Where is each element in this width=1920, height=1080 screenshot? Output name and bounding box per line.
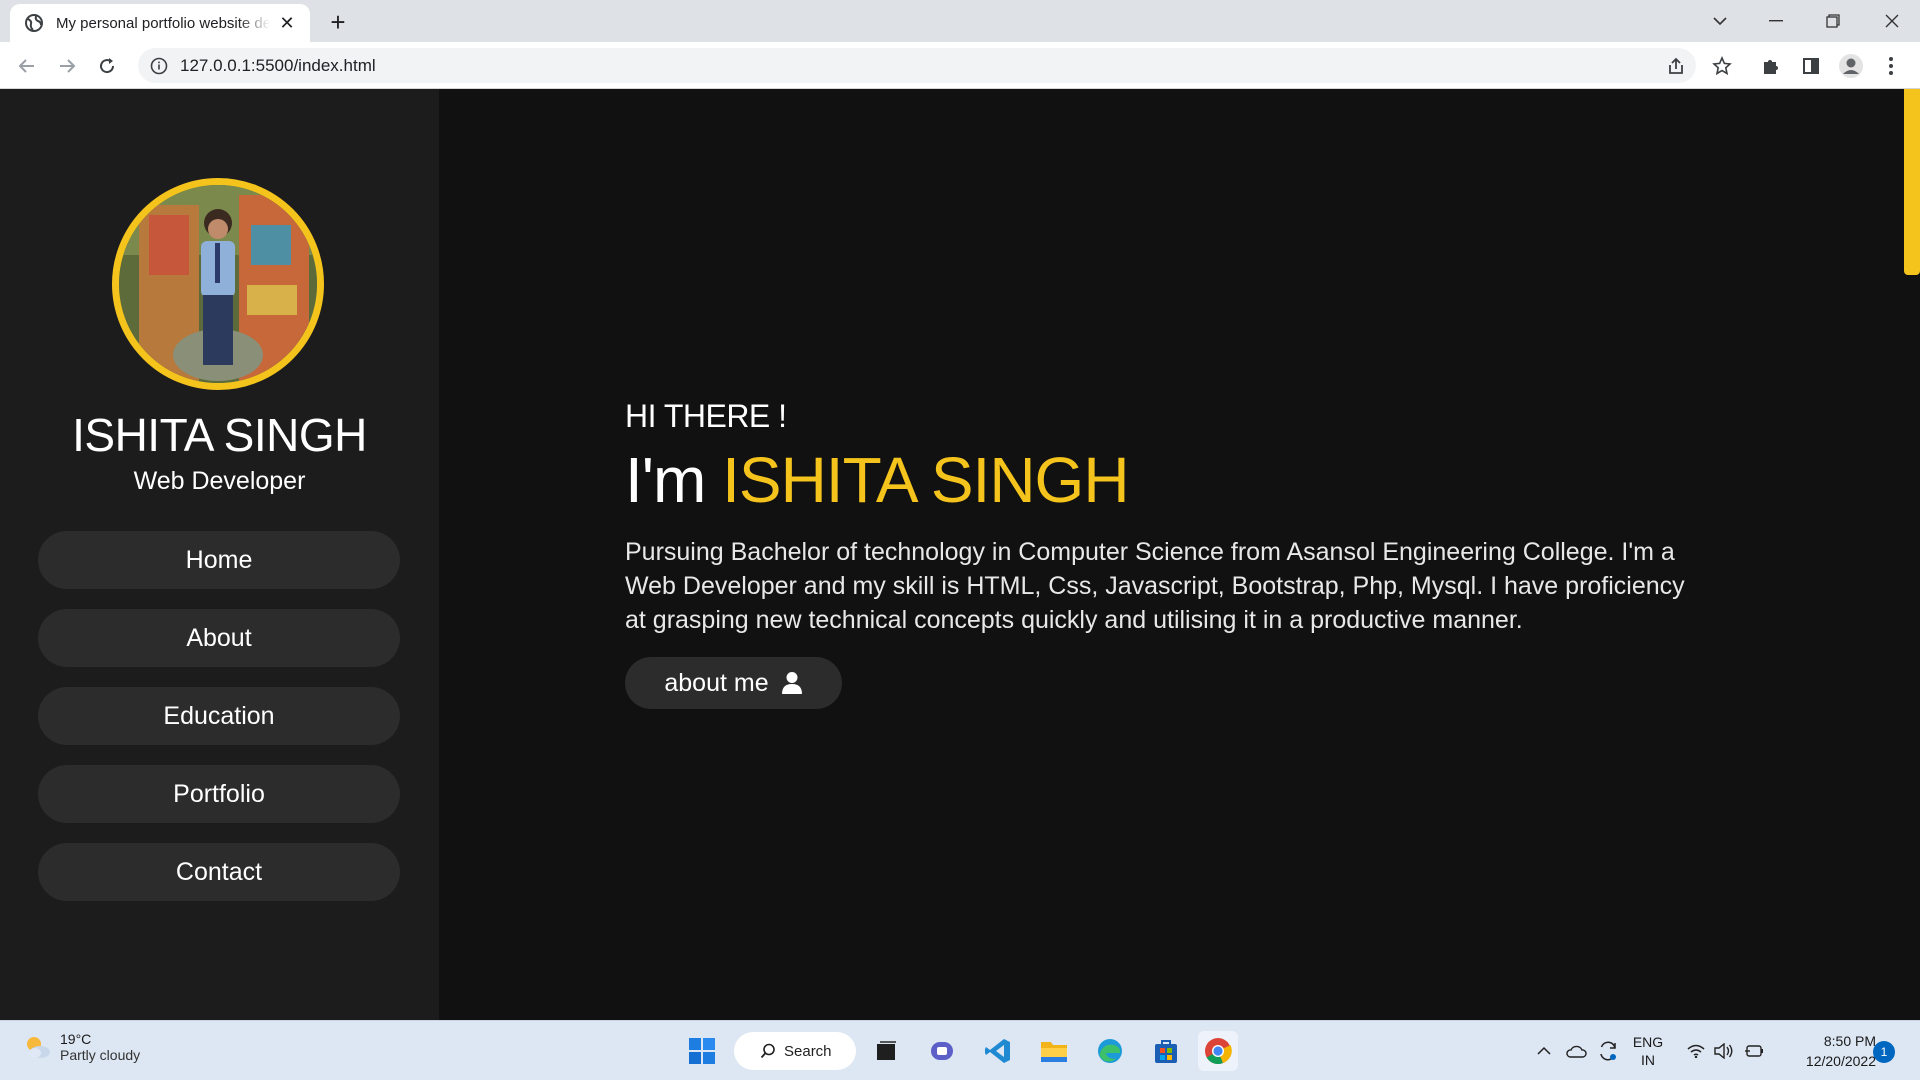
new-tab-button[interactable]: + — [324, 7, 352, 37]
about-me-button[interactable]: about me — [625, 657, 842, 709]
url-text: 127.0.0.1:5500/index.html — [180, 55, 376, 75]
back-arrow-icon[interactable] — [12, 51, 42, 81]
lang-line1: ENG — [1632, 1034, 1664, 1050]
restore-button[interactable] — [1805, 0, 1861, 42]
about-me-label: about me — [664, 668, 769, 697]
reload-icon[interactable] — [92, 51, 122, 81]
file-explorer-icon[interactable] — [1034, 1031, 1074, 1071]
forward-arrow-icon[interactable] — [52, 51, 82, 81]
menu-item-about[interactable]: About — [38, 609, 400, 667]
browser-tab[interactable]: My personal portfolio website design ✕ — [10, 4, 310, 42]
address-toolbar: 127.0.0.1:5500/index.html — [0, 42, 1920, 89]
taskbar-search[interactable]: Search — [734, 1032, 856, 1070]
search-icon — [760, 1043, 775, 1059]
extensions-icon[interactable] — [1756, 51, 1786, 81]
microsoft-store-icon[interactable] — [1146, 1031, 1186, 1071]
scrollbar-thumb[interactable] — [1904, 89, 1920, 275]
globe-icon — [25, 14, 43, 32]
menu-item-education[interactable]: Education — [38, 687, 400, 745]
menu-item-contact[interactable]: Contact — [38, 843, 400, 901]
language-indicator[interactable]: ENG IN — [1626, 1031, 1670, 1071]
clock-date: 12/20/2022 — [1805, 1053, 1876, 1069]
sync-icon[interactable] — [1594, 1031, 1622, 1071]
share-icon[interactable] — [1659, 48, 1693, 83]
close-window-button[interactable] — [1864, 0, 1920, 42]
menu-item-portfolio[interactable]: Portfolio — [38, 765, 400, 823]
hero-bio: Pursuing Bachelor of technology in Compu… — [625, 538, 1685, 634]
clock-time: 8:50 PM — [1823, 1033, 1876, 1049]
portfolio-page: ISHITA SINGH Web Developer Home About Ed… — [0, 89, 1920, 1020]
hero-headline: I'm ISHITA SINGH — [625, 445, 1725, 515]
info-icon[interactable] — [150, 57, 168, 75]
tab-search-icon[interactable] — [1692, 0, 1748, 42]
vscode-icon[interactable] — [978, 1031, 1018, 1071]
menu-item-home[interactable]: Home — [38, 531, 400, 589]
battery-icon[interactable] — [1742, 1031, 1766, 1071]
task-view-icon[interactable] — [866, 1031, 906, 1071]
profile-name: ISHITA SINGH — [72, 409, 367, 461]
user-icon — [781, 672, 802, 694]
sidebar: ISHITA SINGH Web Developer Home About Ed… — [0, 89, 439, 1020]
search-label: Search — [784, 1042, 832, 1060]
taskbar-clock[interactable]: 8:50 PM 12/20/2022 — [1776, 1031, 1876, 1071]
headline-name: ISHITA SINGH — [722, 444, 1129, 516]
notification-badge[interactable]: 1 — [1873, 1041, 1895, 1063]
weather-condition: Partly cloudy — [60, 1047, 141, 1063]
weather-widget[interactable]: 19°C Partly cloudy — [22, 1031, 140, 1063]
partly-cloudy-icon — [27, 1037, 50, 1058]
edge-browser-icon[interactable] — [1090, 1031, 1130, 1071]
avatar — [112, 178, 324, 390]
side-panel-icon[interactable] — [1796, 51, 1826, 81]
wifi-icon[interactable] — [1684, 1031, 1708, 1071]
sidebar-menu: Home About Education Portfolio Contact — [38, 531, 400, 921]
volume-icon[interactable] — [1712, 1031, 1736, 1071]
minimize-button[interactable] — [1748, 0, 1804, 42]
weather-temp: 19°C — [60, 1031, 92, 1047]
profile-role: Web Developer — [133, 467, 306, 495]
lang-line2: IN — [1641, 1052, 1655, 1068]
profile-icon[interactable] — [1836, 51, 1866, 81]
menu-kebab-icon[interactable] — [1876, 51, 1906, 81]
hero-section: HI THERE ! I'm ISHITA SINGH Pursuing Bac… — [625, 398, 1725, 709]
tab-title: My personal portfolio website design — [56, 14, 270, 32]
hero-greeting: HI THERE ! — [625, 398, 787, 434]
headline-prefix: I'm — [625, 444, 723, 516]
chrome-icon[interactable] — [1198, 1031, 1238, 1071]
bookmark-star-icon[interactable] — [1707, 51, 1737, 81]
show-hidden-icons-icon[interactable] — [1532, 1031, 1556, 1071]
teams-chat-icon[interactable] — [922, 1031, 962, 1071]
windows-logo-icon — [689, 1038, 715, 1064]
onedrive-icon[interactable] — [1562, 1031, 1590, 1071]
browser-tab-strip: My personal portfolio website design ✕ + — [0, 0, 1920, 42]
close-tab-icon[interactable]: ✕ — [276, 12, 298, 34]
page-scrollbar[interactable] — [1902, 89, 1920, 1020]
omnibox[interactable]: 127.0.0.1:5500/index.html — [138, 48, 1696, 83]
profile-photo — [119, 185, 317, 383]
taskbar: 19°C Partly cloudy Search ENG IN 8:50 PM… — [0, 1020, 1920, 1080]
start-button[interactable] — [682, 1031, 722, 1071]
